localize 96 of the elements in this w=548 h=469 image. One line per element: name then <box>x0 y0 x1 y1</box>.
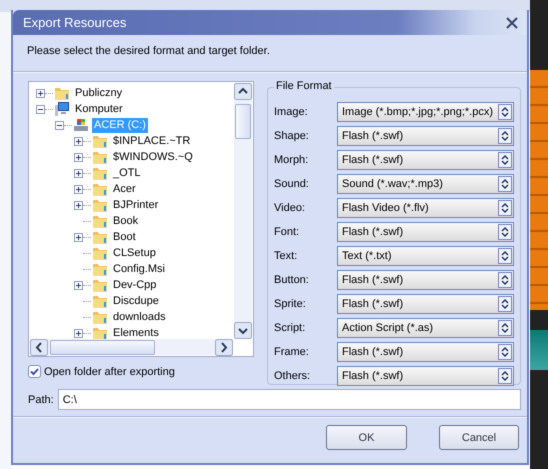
expand-icon[interactable] <box>74 280 83 290</box>
tree-item[interactable]: Acer <box>111 182 138 196</box>
tree-item[interactable]: Config.Msi <box>111 262 167 276</box>
folder-icon <box>92 197 108 213</box>
format-label: Others: <box>274 370 312 382</box>
horizontal-scrollbar[interactable] <box>30 339 233 355</box>
tree-item[interactable]: CLSetup <box>111 246 158 260</box>
tree-item[interactable]: _OTL <box>111 166 143 180</box>
tree-item[interactable]: Publiczny <box>73 86 124 100</box>
folder-icon <box>92 133 108 149</box>
folder-icon <box>92 261 108 277</box>
computer-icon <box>54 101 70 117</box>
format-label: Video: <box>274 202 306 214</box>
checkbox-label: Open folder after exporting <box>44 366 175 378</box>
expand-icon[interactable] <box>74 136 83 146</box>
scroll-left-icon[interactable] <box>30 339 48 356</box>
scroll-right-icon[interactable] <box>215 339 233 356</box>
format-label: Script: <box>274 322 306 334</box>
drive-icon <box>73 117 89 133</box>
format-dropdown[interactable]: Flash (*.swf) <box>337 294 514 314</box>
format-label: Button: <box>274 274 310 286</box>
spinner-icon[interactable] <box>498 152 512 168</box>
format-label: Morph: <box>274 154 310 166</box>
format-label: Font: <box>274 226 300 238</box>
scroll-down-icon[interactable] <box>234 322 252 339</box>
format-label: Image: <box>274 106 309 118</box>
tree-item[interactable]: $WINDOWS.~Q <box>111 150 195 164</box>
expand-icon[interactable] <box>74 152 83 162</box>
format-dropdown[interactable]: Flash (*.swf) <box>337 270 514 290</box>
folder-icon <box>92 213 108 229</box>
spinner-icon[interactable] <box>498 224 512 240</box>
format-dropdown[interactable]: Flash (*.swf) <box>337 150 514 170</box>
checkbox[interactable] <box>28 365 41 378</box>
expand-icon[interactable] <box>74 328 83 338</box>
group-title: File Format <box>274 80 334 92</box>
spinner-icon[interactable] <box>498 104 512 120</box>
spinner-icon[interactable] <box>498 272 512 288</box>
folder-icon <box>92 149 108 165</box>
folder-icon <box>92 277 108 293</box>
scroll-thumb[interactable] <box>235 104 251 139</box>
scroll-thumb[interactable] <box>50 340 155 355</box>
tree-item[interactable]: BJPrinter <box>111 198 160 212</box>
path-field[interactable]: C:\ <box>58 389 521 410</box>
format-dropdown[interactable]: Flash Video (*.flv) <box>337 198 514 218</box>
tree-item[interactable]: Boot <box>111 230 138 244</box>
tree-item[interactable]: $INPLACE.~TR <box>111 134 192 148</box>
window-title: Export Resources <box>23 15 126 30</box>
folder-icon <box>92 245 108 261</box>
format-dropdown[interactable]: Image (*.bmp;*.jpg;*.png;*.pcx) <box>337 102 514 122</box>
expand-icon[interactable] <box>36 88 45 98</box>
folder-icon <box>92 165 108 181</box>
tree-item[interactable]: downloads <box>111 310 168 324</box>
collapse-icon[interactable] <box>36 104 45 114</box>
folder-icon <box>92 229 108 245</box>
spinner-icon[interactable] <box>498 368 512 384</box>
vertical-scrollbar[interactable] <box>234 83 252 339</box>
format-label: Sound: <box>274 178 310 190</box>
folder-icon <box>92 325 108 341</box>
expand-icon[interactable] <box>74 184 83 194</box>
format-dropdown[interactable]: Flash (*.swf) <box>337 222 514 242</box>
tree-item[interactable]: Dev-Cpp <box>111 278 158 292</box>
spinner-icon[interactable] <box>498 128 512 144</box>
folder-icon <box>92 309 108 325</box>
format-dropdown[interactable]: Text (*.txt) <box>337 246 514 266</box>
folder-icon <box>92 181 108 197</box>
spinner-icon[interactable] <box>498 176 512 192</box>
cancel-button[interactable]: Cancel <box>439 425 519 450</box>
format-dropdown[interactable]: Flash (*.swf) <box>337 366 514 386</box>
format-label: Shape: <box>274 130 310 142</box>
instruction-text: Please select the desired format and target folder. <box>26 44 271 59</box>
expand-icon[interactable] <box>74 200 83 210</box>
tree-item[interactable]: Book <box>111 214 140 228</box>
expand-icon[interactable] <box>74 168 83 178</box>
folder-icon <box>54 85 70 101</box>
spinner-icon[interactable] <box>498 296 512 312</box>
expand-icon[interactable] <box>74 232 83 242</box>
spinner-icon[interactable] <box>498 320 512 336</box>
format-label: Frame: <box>274 346 310 358</box>
ok-button[interactable]: OK <box>326 425 407 450</box>
collapse-icon[interactable] <box>55 120 64 130</box>
format-dropdown[interactable]: Flash (*.swf) <box>337 342 514 362</box>
format-dropdown[interactable]: Flash (*.swf) <box>337 126 514 146</box>
spinner-icon[interactable] <box>498 344 512 360</box>
path-label: Path: <box>28 394 54 406</box>
spinner-icon[interactable] <box>498 248 512 264</box>
scroll-up-icon[interactable] <box>234 83 252 100</box>
folder-icon <box>92 293 108 309</box>
close-icon[interactable] <box>505 16 519 30</box>
format-dropdown[interactable]: Sound (*.wav;*.mp3) <box>337 174 514 194</box>
format-label: Text: <box>274 250 298 262</box>
tree-item[interactable]: Komputer <box>73 102 125 116</box>
spinner-icon[interactable] <box>498 200 512 216</box>
format-label: Sprite: <box>274 298 307 310</box>
tree-item[interactable]: Discdupe <box>111 294 161 308</box>
tree-item[interactable]: Elements <box>111 326 161 340</box>
format-dropdown[interactable]: Action Script (*.as) <box>337 318 514 338</box>
